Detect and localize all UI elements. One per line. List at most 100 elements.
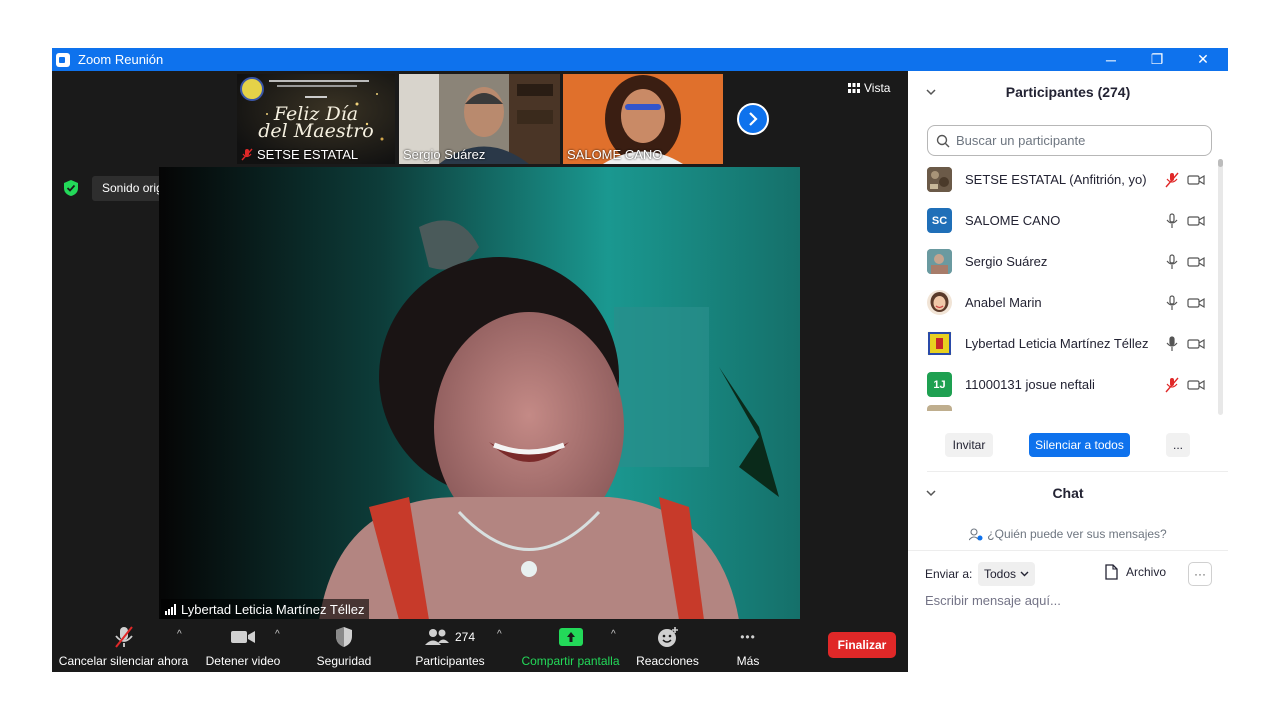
microphone-icon[interactable] <box>1164 212 1180 229</box>
file-icon <box>1105 564 1118 580</box>
avatar <box>927 405 952 411</box>
microphone-icon[interactable] <box>1164 294 1180 311</box>
avatar: 1J <box>927 372 952 397</box>
chat-more-button[interactable]: ··· <box>1188 562 1212 586</box>
mute-label: Cancelar silenciar ahora <box>58 654 189 668</box>
participants-count: 274 <box>454 630 476 644</box>
reactions-button[interactable]: Reacciones <box>634 619 701 672</box>
participant-row[interactable]: Sergio Suárez <box>908 241 1220 282</box>
chat-title: Chat <box>1052 485 1084 501</box>
chat-message-input[interactable] <box>925 593 1205 608</box>
video-options-caret-icon[interactable]: ^ <box>275 629 280 640</box>
banner-line-2: del Maestro <box>258 120 374 142</box>
video-camera-icon <box>231 631 255 643</box>
avatar <box>927 249 952 274</box>
video-camera-icon[interactable] <box>1187 173 1205 187</box>
window-title: Zoom Reunión <box>78 52 164 67</box>
muted-mic-icon <box>241 148 253 161</box>
participants-button[interactable]: 274 Participantes <box>411 619 489 672</box>
stop-video-button[interactable]: Detener video <box>202 619 284 672</box>
video-camera-icon[interactable] <box>1187 296 1205 310</box>
participant-row[interactable]: 1J 11000131 josue neftali <box>908 364 1220 405</box>
participant-row[interactable]: Lybertad Leticia Martínez Téllez <box>908 323 1220 364</box>
chat-divider <box>908 550 1228 551</box>
more-participant-options-button[interactable]: ... <box>1166 433 1190 457</box>
send-to-value: Todos <box>984 567 1017 581</box>
more-button[interactable]: ••• Más <box>728 619 768 672</box>
view-button[interactable]: Vista <box>848 81 890 95</box>
video-camera-icon[interactable] <box>1187 214 1205 228</box>
title-bar: Zoom Reunión ─ ❐ ✕ <box>52 48 1228 71</box>
security-shield-icon[interactable] <box>62 179 80 197</box>
thumbnail-label: SETSE ESTATAL <box>241 147 358 162</box>
participant-name: SALOME CANO <box>965 213 1061 228</box>
participants-header: Participantes (274) <box>908 71 1228 113</box>
thumbnail-name: SETSE ESTATAL <box>257 147 359 162</box>
chat-header: Chat <box>908 475 1228 511</box>
invite-button[interactable]: Invitar <box>945 433 993 457</box>
microphone-icon[interactable] <box>1164 335 1180 352</box>
maximize-button[interactable]: ❐ <box>1134 48 1180 71</box>
chevron-down-icon <box>1020 571 1029 577</box>
speaker-video-frame <box>159 167 800 620</box>
video-thumbnail-salome[interactable]: SALOME CANO <box>563 74 723 164</box>
participant-row[interactable]: Anabel Marin <box>908 282 1220 323</box>
participants-options-caret-icon[interactable]: ^ <box>497 629 502 640</box>
file-button[interactable]: Archivo <box>1105 564 1166 580</box>
participant-search-input[interactable] <box>956 133 1196 148</box>
muted-mic-icon[interactable] <box>1164 172 1180 188</box>
next-page-button[interactable] <box>737 103 769 135</box>
collapse-participants-chevron-icon[interactable] <box>926 85 936 99</box>
chevron-right-icon <box>749 112 758 126</box>
participant-name: 11000131 josue neftali <box>965 377 1095 392</box>
muted-mic-icon[interactable] <box>1164 377 1180 393</box>
participant-search-box[interactable] <box>927 125 1212 156</box>
active-speaker-name: Lybertad Leticia Martínez Téllez <box>181 602 365 617</box>
thumbnail-label: SALOME CANO <box>567 147 662 162</box>
security-button[interactable]: Seguridad <box>310 619 378 672</box>
participants-icon <box>424 629 449 645</box>
close-button[interactable]: ✕ <box>1180 48 1226 71</box>
smiley-icon <box>657 627 678 647</box>
participant-list-scrollbar[interactable] <box>1218 159 1223 415</box>
participant-name: SETSE ESTATAL (Anfitrión, yo) <box>965 172 1147 187</box>
mute-options-caret-icon[interactable]: ^ <box>177 629 182 640</box>
participant-row[interactable]: SC SALOME CANO <box>908 200 1220 241</box>
meeting-toolbar: Cancelar silenciar ahora ^ Detener video… <box>52 619 908 672</box>
video-thumbnail-setse[interactable]: Feliz Día del Maestro SETSE ESTATAL <box>237 74 395 164</box>
grid-icon <box>848 83 860 93</box>
share-screen-label: Compartir pantalla <box>521 654 620 668</box>
stop-video-label: Detener video <box>205 654 281 668</box>
panel-divider <box>927 471 1228 472</box>
participant-name: Lybertad Leticia Martínez Téllez <box>965 336 1149 351</box>
banner-text: Feliz Día del Maestro <box>237 105 395 142</box>
active-speaker-video: Lybertad Leticia Martínez Téllez <box>159 167 800 620</box>
video-camera-icon[interactable] <box>1187 378 1205 392</box>
video-camera-icon[interactable] <box>1187 255 1205 269</box>
mute-all-button[interactable]: Silenciar a todos <box>1029 433 1130 457</box>
security-label: Seguridad <box>316 654 372 668</box>
participant-row[interactable]: SETSE ESTATAL (Anfitrión, yo) <box>908 159 1220 200</box>
video-thumbnail-sergio[interactable]: Sergio Suárez <box>399 74 560 164</box>
avatar <box>927 167 952 192</box>
avatar <box>927 290 952 315</box>
view-label: Vista <box>864 81 891 95</box>
microphone-icon[interactable] <box>1164 253 1180 270</box>
search-icon <box>936 134 950 147</box>
send-to-label: Enviar a: <box>925 567 973 581</box>
share-options-caret-icon[interactable]: ^ <box>611 629 616 640</box>
person-info-icon <box>969 527 983 540</box>
mute-button[interactable]: Cancelar silenciar ahora <box>58 619 189 672</box>
send-to-dropdown[interactable]: Todos <box>978 562 1036 586</box>
participant-name: Sergio Suárez <box>965 254 1048 269</box>
video-camera-icon[interactable] <box>1187 337 1205 351</box>
collapse-chat-chevron-icon[interactable] <box>926 486 936 500</box>
share-screen-button[interactable]: Compartir pantalla <box>518 619 623 672</box>
thumbnail-label: Sergio Suárez <box>403 147 485 162</box>
chat-visibility-link[interactable]: ¿Quién puede ver sus mensajes? <box>908 527 1228 541</box>
video-area: Feliz Día del Maestro SETSE ESTATAL Serg… <box>52 71 908 620</box>
participants-label: Participantes <box>415 654 485 668</box>
minimize-button[interactable]: ─ <box>1088 48 1134 71</box>
participant-name: Anabel Marin <box>965 295 1042 310</box>
end-meeting-button[interactable]: Finalizar <box>828 632 896 658</box>
